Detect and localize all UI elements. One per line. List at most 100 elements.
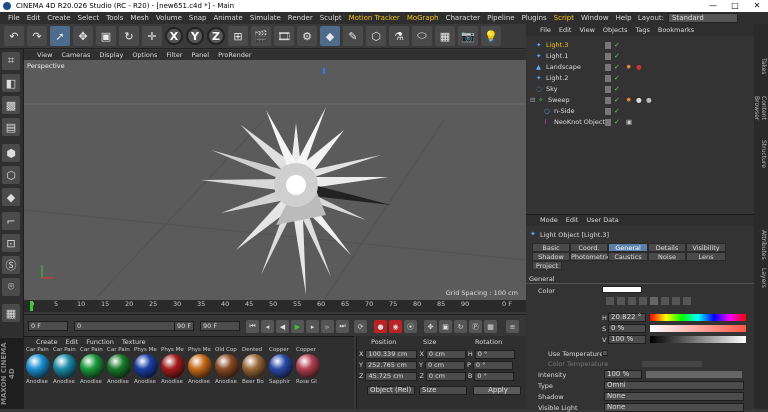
menu-character[interactable]: Character [446,14,481,22]
vp-menu-options[interactable]: Options [132,50,157,60]
material-swatch[interactable]: Dented Beer Bo [242,347,268,385]
goto-start-icon[interactable]: ⏮ [246,320,259,333]
enabled-check-icon[interactable]: ✓ [614,95,620,106]
object-row[interactable]: ✦ Light.3 ✓ [526,40,754,51]
menu-mograph[interactable]: MoGraph [407,14,439,22]
saturation-slider[interactable] [650,325,746,332]
size-x-field[interactable]: 0 cm [425,350,466,359]
position-z-field[interactable]: 45.725 cm [365,372,418,381]
material-preview[interactable] [215,354,239,378]
edges-mode-icon[interactable]: ⬡ [2,166,20,184]
viewport[interactable]: Perspective Grid Spacing : 100 cm [24,60,526,300]
select-icon[interactable]: ➚ [50,26,70,46]
mat-menu-texture[interactable]: Texture [122,338,146,346]
camera-icon[interactable]: 📷 [458,26,478,46]
menu-create[interactable]: Create [47,14,70,22]
intensity-slider[interactable] [646,371,742,378]
position-key-icon[interactable]: ✥ [424,320,437,333]
material-preview[interactable] [242,354,266,378]
snap-icon[interactable]: Ⓢ [2,256,20,274]
mat-menu-edit[interactable]: Edit [66,338,79,346]
color-swatch[interactable] [602,286,642,293]
rotate-icon[interactable]: ↻ [119,26,139,46]
render-settings-icon[interactable]: ⚙ [297,26,317,46]
vp-menu-cameras[interactable]: Cameras [61,50,90,60]
autokey-icon[interactable]: ◉ [389,320,402,333]
obj-menu-tags[interactable]: Tags [635,26,649,34]
menu-script[interactable]: Script [554,14,574,22]
object-row[interactable]: ✦ Light.2 ✓ [526,73,754,84]
material-preview[interactable] [269,354,293,378]
side-tab-content-browser[interactable]: Content Browser [753,84,767,132]
enabled-check-icon[interactable]: ✓ [614,51,620,62]
start-frame-field[interactable]: 0 F [28,321,68,331]
size-z-field[interactable]: 0 cm [425,372,466,381]
menu-render[interactable]: Render [288,14,313,22]
material-preview[interactable] [188,354,212,378]
loop-icon[interactable]: ⟳ [354,320,367,333]
vp-menu-display[interactable]: Display [99,50,123,60]
tab-lens[interactable]: Lens [686,252,726,261]
goto-end-icon[interactable]: ⏭ [336,320,349,333]
material-preview[interactable] [107,354,131,378]
visibility-dots[interactable] [605,108,611,115]
vp-menu-view[interactable]: View [37,50,52,60]
attr-menu-edit[interactable]: Edit [566,215,579,226]
mixer-icon[interactable] [672,297,680,305]
cube-icon[interactable]: ◆ [320,26,340,46]
menu-sculpt[interactable]: Sculpt [320,14,342,22]
vp-menu-prorender[interactable]: ProRender [218,50,251,60]
play-icon[interactable]: ▶ [291,320,304,333]
enabled-check-icon[interactable]: ✓ [614,62,620,73]
visibility-dots[interactable] [605,42,611,49]
side-tab-layers[interactable]: Layers [755,268,767,288]
material-swatch[interactable]: Car Pain Anodise [53,347,79,385]
use-temperature-checkbox[interactable] [602,350,608,356]
enabled-check-icon[interactable]: ✓ [614,117,620,128]
v-field[interactable]: 100 % [608,335,646,344]
tab-caustics[interactable]: Caustics [608,252,648,261]
material-preview[interactable] [296,354,320,378]
tab-general[interactable]: General [608,243,648,252]
visibility-dots[interactable] [605,53,611,60]
points-mode-icon[interactable]: ⬢ [2,144,20,162]
obj-menu-file[interactable]: File [540,26,551,34]
move-icon[interactable]: ✥ [73,26,93,46]
redo-icon[interactable]: ↷ [27,26,47,46]
shadow-select[interactable]: None [604,392,744,401]
material-swatch[interactable]: Copper Rose Gl [296,347,322,385]
workplane-icon[interactable]: ▤ [2,118,20,136]
model-mode-icon[interactable]: ◧ [2,74,20,92]
axis-mode-icon[interactable]: ⌐ [2,212,20,230]
tab-photometric[interactable]: Photometric [570,252,610,261]
material-swatch[interactable]: Phys Me Anodise [134,347,160,385]
next-frame-icon[interactable]: ▸ [306,320,319,333]
menu-mesh[interactable]: Mesh [130,14,148,22]
menu-volume[interactable]: Volume [156,14,182,22]
z-axis-lock-icon[interactable]: Z [207,27,225,45]
tweak-mode-icon[interactable]: ⊡ [2,234,20,252]
visible-light-select[interactable]: None [604,403,744,412]
subdivision-icon[interactable]: ⬡ [366,26,386,46]
menu-animate[interactable]: Animate [214,14,243,22]
menu-snap[interactable]: Snap [189,14,207,22]
render-picture-viewer-icon[interactable]: 🎞 [274,26,294,46]
rotation-p-field[interactable]: 0 ° [472,361,513,370]
color-temperature-slider[interactable] [642,361,702,367]
size-y-field[interactable]: 0 cm [424,361,465,370]
layout-select[interactable]: Standard [668,13,738,23]
position-y-field[interactable]: 252.765 cm [364,361,417,370]
playhead[interactable] [30,301,33,311]
tab-shadow[interactable]: Shadow [532,252,570,261]
rotation-b-field[interactable]: 0 ° [474,372,515,381]
menu-tools[interactable]: Tools [106,14,123,22]
material-preview[interactable] [53,354,77,378]
vp-menu-filter[interactable]: Filter [166,50,182,60]
mat-menu-create[interactable]: Create [36,338,58,346]
obj-menu-edit[interactable]: Edit [559,26,572,34]
object-row[interactable]: ✦ Light.1 ✓ [526,51,754,62]
position-x-field[interactable]: 100.339 cm [365,350,418,359]
menu-motion-tracker[interactable]: Motion Tracker [349,14,400,22]
tag-icon[interactable]: ✸ [626,62,631,73]
side-tab-attributes[interactable]: Attributes [755,224,767,266]
